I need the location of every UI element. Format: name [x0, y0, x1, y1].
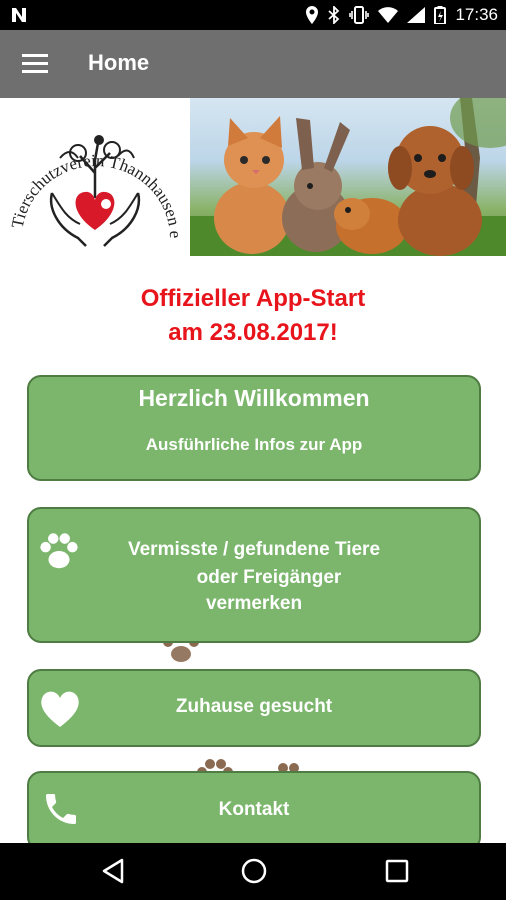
recents-icon[interactable] — [384, 857, 410, 885]
signal-icon — [407, 7, 426, 23]
menu-icon[interactable] — [22, 54, 48, 74]
header-banner: Tierschutzverein Thannhausen e.V. — [0, 98, 506, 256]
location-icon — [305, 6, 319, 24]
page-title: Home — [88, 50, 150, 75]
home-wanted-button[interactable]: Zuhause gesucht — [27, 669, 481, 747]
wifi-icon — [378, 7, 399, 23]
announcement-line-2: am 23.08.2017! — [168, 319, 338, 346]
launch-announcement: Offizieller App-Start am 23.08.2017! — [0, 282, 506, 350]
system-nav-bar — [0, 843, 506, 900]
missing-line-3: vermerken — [205, 593, 303, 614]
back-icon[interactable] — [100, 857, 126, 885]
association-logo: Tierschutzverein Thannhausen e.V. — [0, 98, 190, 256]
home-icon[interactable] — [240, 857, 268, 885]
status-bar: 17:36 — [0, 0, 506, 30]
vibrate-icon — [349, 6, 370, 24]
announcement-line-1: Offizieller App-Start — [140, 285, 366, 312]
battery-icon — [434, 6, 447, 24]
bluetooth-icon — [328, 6, 340, 24]
welcome-title: Herzlich Willkommen — [138, 385, 370, 411]
home-wanted-label: Zuhause gesucht — [175, 696, 333, 717]
welcome-subtitle: Ausführliche Infos zur App — [145, 435, 363, 454]
clock: 17:36 — [455, 5, 498, 24]
contact-button[interactable]: Kontakt — [27, 771, 481, 851]
welcome-button[interactable]: Herzlich Willkommen Ausführliche Infos z… — [27, 375, 481, 481]
missing-line-2: oder Freigänger — [196, 567, 342, 588]
app-bar: Home — [0, 30, 506, 98]
contact-label: Kontakt — [218, 799, 290, 820]
missing-line-1: Vermisste / gefundene Tiere — [127, 539, 381, 560]
pets-photo — [190, 98, 506, 256]
notification-n-icon — [10, 6, 28, 24]
missing-animals-button[interactable]: Vermisste / gefundene Tiere oder Freigän… — [27, 507, 481, 643]
